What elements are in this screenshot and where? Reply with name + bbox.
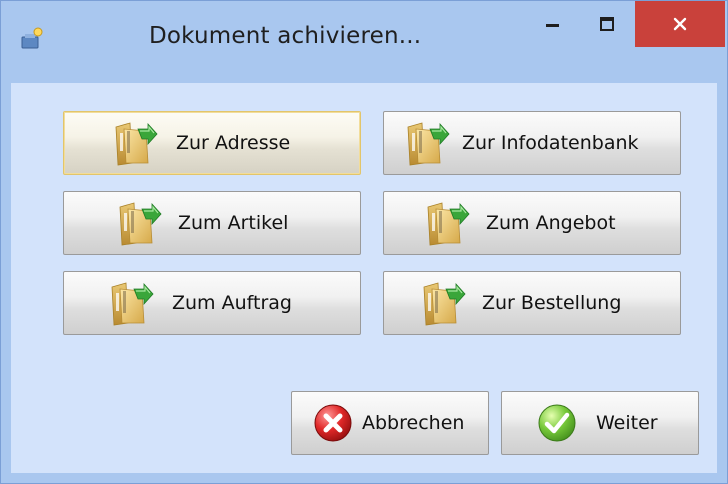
minimize-icon [546, 24, 559, 27]
minimize-button[interactable] [529, 1, 577, 47]
goto-offer-button[interactable]: Zum Angebot [383, 191, 681, 255]
goto-purchase-order-button[interactable]: Zur Bestellung [383, 271, 681, 335]
maximize-button[interactable] [583, 1, 631, 47]
goto-address-label: Zur Adresse [176, 132, 291, 154]
folder-arrow-icon [404, 119, 450, 167]
dialog-content: Zur Adresse Zur Infodatenbank Zum Artike… [11, 83, 717, 473]
goto-purchase-order-label: Zur Bestellung [482, 292, 622, 314]
folder-arrow-icon [424, 199, 470, 247]
folder-arrow-icon [112, 119, 158, 167]
goto-order-label: Zum Auftrag [172, 292, 292, 314]
goto-article-label: Zum Artikel [178, 212, 289, 234]
goto-article-button[interactable]: Zum Artikel [63, 191, 361, 255]
goto-order-button[interactable]: Zum Auftrag [63, 271, 361, 335]
next-label: Weiter [596, 412, 658, 434]
title-bar[interactable]: Dokument achivieren... [1, 1, 727, 83]
goto-address-button[interactable]: Zur Adresse [63, 111, 361, 175]
dialog-window: Dokument achivieren... Zur Adresse Zur I… [0, 0, 728, 484]
checkmark-icon [538, 404, 576, 442]
cancel-x-icon [314, 404, 352, 442]
folder-arrow-icon [420, 279, 466, 327]
window-title: Dokument achivieren... [149, 23, 422, 49]
close-button[interactable] [635, 1, 725, 47]
folder-arrow-icon [108, 279, 154, 327]
goto-offer-label: Zum Angebot [486, 212, 616, 234]
cancel-label: Abbrechen [362, 412, 465, 434]
goto-infodatabase-label: Zur Infodatenbank [462, 132, 639, 154]
maximize-icon [600, 17, 614, 31]
close-icon [673, 17, 687, 31]
app-icon [19, 25, 45, 51]
folder-arrow-icon [116, 199, 162, 247]
next-button[interactable]: Weiter [501, 391, 699, 455]
cancel-button[interactable]: Abbrechen [291, 391, 489, 455]
goto-infodatabase-button[interactable]: Zur Infodatenbank [383, 111, 681, 175]
